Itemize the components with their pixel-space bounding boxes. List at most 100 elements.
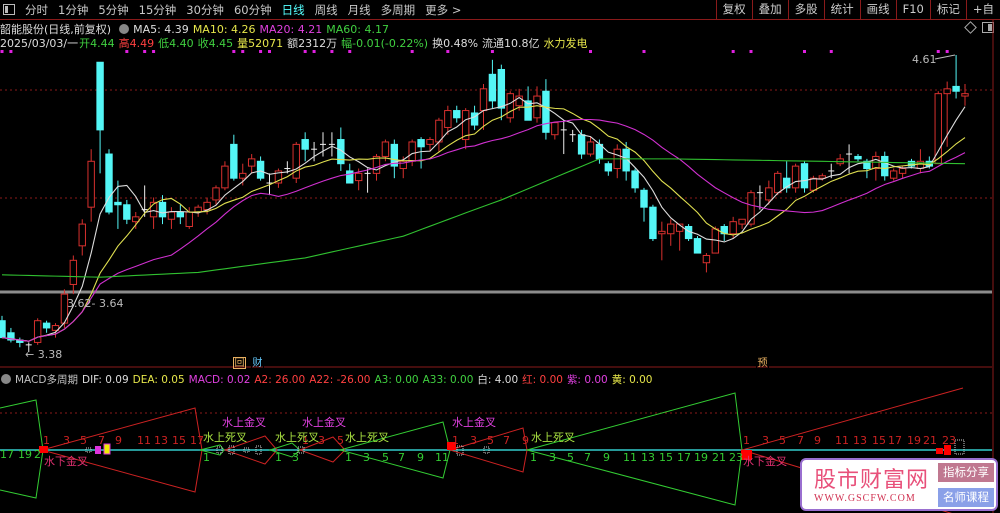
candle (69, 255, 78, 295)
candle (916, 149, 925, 174)
candle (221, 161, 229, 191)
cycle-count-label: 23 (942, 434, 956, 447)
candle (230, 134, 238, 181)
candle (756, 185, 763, 210)
candle (292, 141, 300, 184)
candle (167, 207, 176, 229)
ma10-line (1, 105, 966, 342)
candle (934, 91, 942, 165)
cycle-count-label: 17 (677, 451, 691, 464)
candle (435, 117, 443, 152)
signal-marker-dot (589, 50, 592, 53)
candle-body (176, 211, 185, 218)
signal-above-dead-cross: 水上死叉 (345, 431, 389, 444)
candle-body (381, 141, 390, 157)
candle (791, 163, 800, 193)
signal-square (95, 446, 101, 454)
candle-body (800, 163, 809, 189)
cycle-count-label: 1 (530, 451, 537, 464)
signal-above-gold-cross: 水上金叉 (222, 415, 266, 429)
event-mark-hui[interactable]: 回 (233, 357, 246, 369)
candle-body (702, 254, 711, 264)
candle (675, 223, 684, 251)
signal-marker-dot (803, 50, 806, 53)
cycle-count-label: 13 (154, 434, 168, 447)
candle-body (417, 139, 425, 148)
candle-body (488, 73, 497, 102)
cycle-count-label: 13 (641, 451, 655, 464)
candle-body (854, 155, 862, 160)
candle (693, 236, 702, 254)
signal-above-gold-cross: 水上金叉 (452, 415, 496, 429)
signal-marker-dot (410, 50, 414, 53)
macd-title[interactable]: MACD多周期 (15, 374, 78, 386)
candle (488, 59, 497, 109)
purple-value: 紫: 0.00 (566, 374, 608, 386)
candle-body (506, 93, 514, 119)
cycle-count-label: 17 (190, 434, 204, 447)
watermark-url: WWW.GSCFW.COM (814, 493, 916, 504)
candle-body (640, 189, 648, 208)
cycle-count-label: 3 (470, 434, 477, 447)
signal-marker-dot (9, 50, 13, 53)
cycle-count-label: 1 (452, 434, 459, 447)
candle-body (729, 221, 737, 235)
candle-body (158, 201, 167, 218)
white-value: 白: 4.00 (477, 374, 519, 386)
cycle-count-label: 1 (345, 451, 352, 464)
candle-body (96, 61, 104, 131)
cycle-count-label: 7 (584, 451, 591, 464)
candle (560, 120, 567, 155)
candle-body (649, 206, 657, 240)
candle-body (42, 322, 51, 329)
candle (747, 190, 755, 227)
candle (78, 219, 86, 256)
candle (149, 197, 158, 229)
event-mark-cai[interactable]: 财 (251, 357, 264, 369)
cycle-count-label: 15 (172, 434, 186, 447)
candle-body (212, 187, 220, 201)
candle-body (78, 223, 86, 247)
dea-value: DEA: 0.05 (132, 374, 185, 386)
candle-body (934, 93, 942, 165)
signal-marker-dot (125, 50, 129, 53)
cycle-count-label: 3 (549, 451, 556, 464)
candle-body (185, 211, 193, 227)
cycle-count-label: 5 (779, 434, 786, 447)
range-label: 3.62- 3.64 (67, 297, 123, 310)
candle (738, 218, 746, 229)
candle-body (0, 320, 6, 339)
candle-body (114, 201, 122, 206)
signal-marker-dot (268, 50, 271, 53)
macd-header: MACD多周期 DIF: 0.09 DEA: 0.05 MACD: 0.02 A2: 2… (0, 372, 656, 387)
cycle-count-label: 21 (923, 434, 937, 447)
signal-marker-dot (241, 50, 245, 53)
cycle-count-label: 7 (797, 434, 804, 447)
signal-marker-dot (143, 50, 147, 53)
candle (42, 320, 51, 333)
cycle-count-label: 19 (694, 451, 708, 464)
candle (586, 137, 595, 157)
candle (649, 204, 657, 241)
candle-body (408, 141, 416, 162)
candle-body (167, 211, 176, 220)
cycle-count-label: 5 (80, 434, 87, 447)
event-mark-yu[interactable]: 预 (756, 357, 769, 369)
signal-marker-dot (829, 50, 833, 53)
a22-value: A22: -26.00 (309, 374, 371, 386)
signal-under-gold-cross: 水下金叉 (743, 454, 787, 468)
candle (114, 180, 122, 229)
candle-body (943, 88, 951, 95)
ma5-line (1, 96, 966, 342)
candle (123, 199, 131, 225)
indicator-menu-icon[interactable] (1, 374, 11, 384)
cycle-count-label: 2 (34, 448, 41, 461)
dotted-box (954, 439, 965, 455)
cycle-count-label: 9 (603, 451, 610, 464)
cycle-count-label: 3 (292, 451, 299, 464)
candle (569, 129, 576, 142)
candle-body (444, 110, 452, 128)
candle (247, 154, 256, 174)
cycle-count-label: 11 (435, 451, 449, 464)
signal-marker-dot (303, 50, 307, 53)
